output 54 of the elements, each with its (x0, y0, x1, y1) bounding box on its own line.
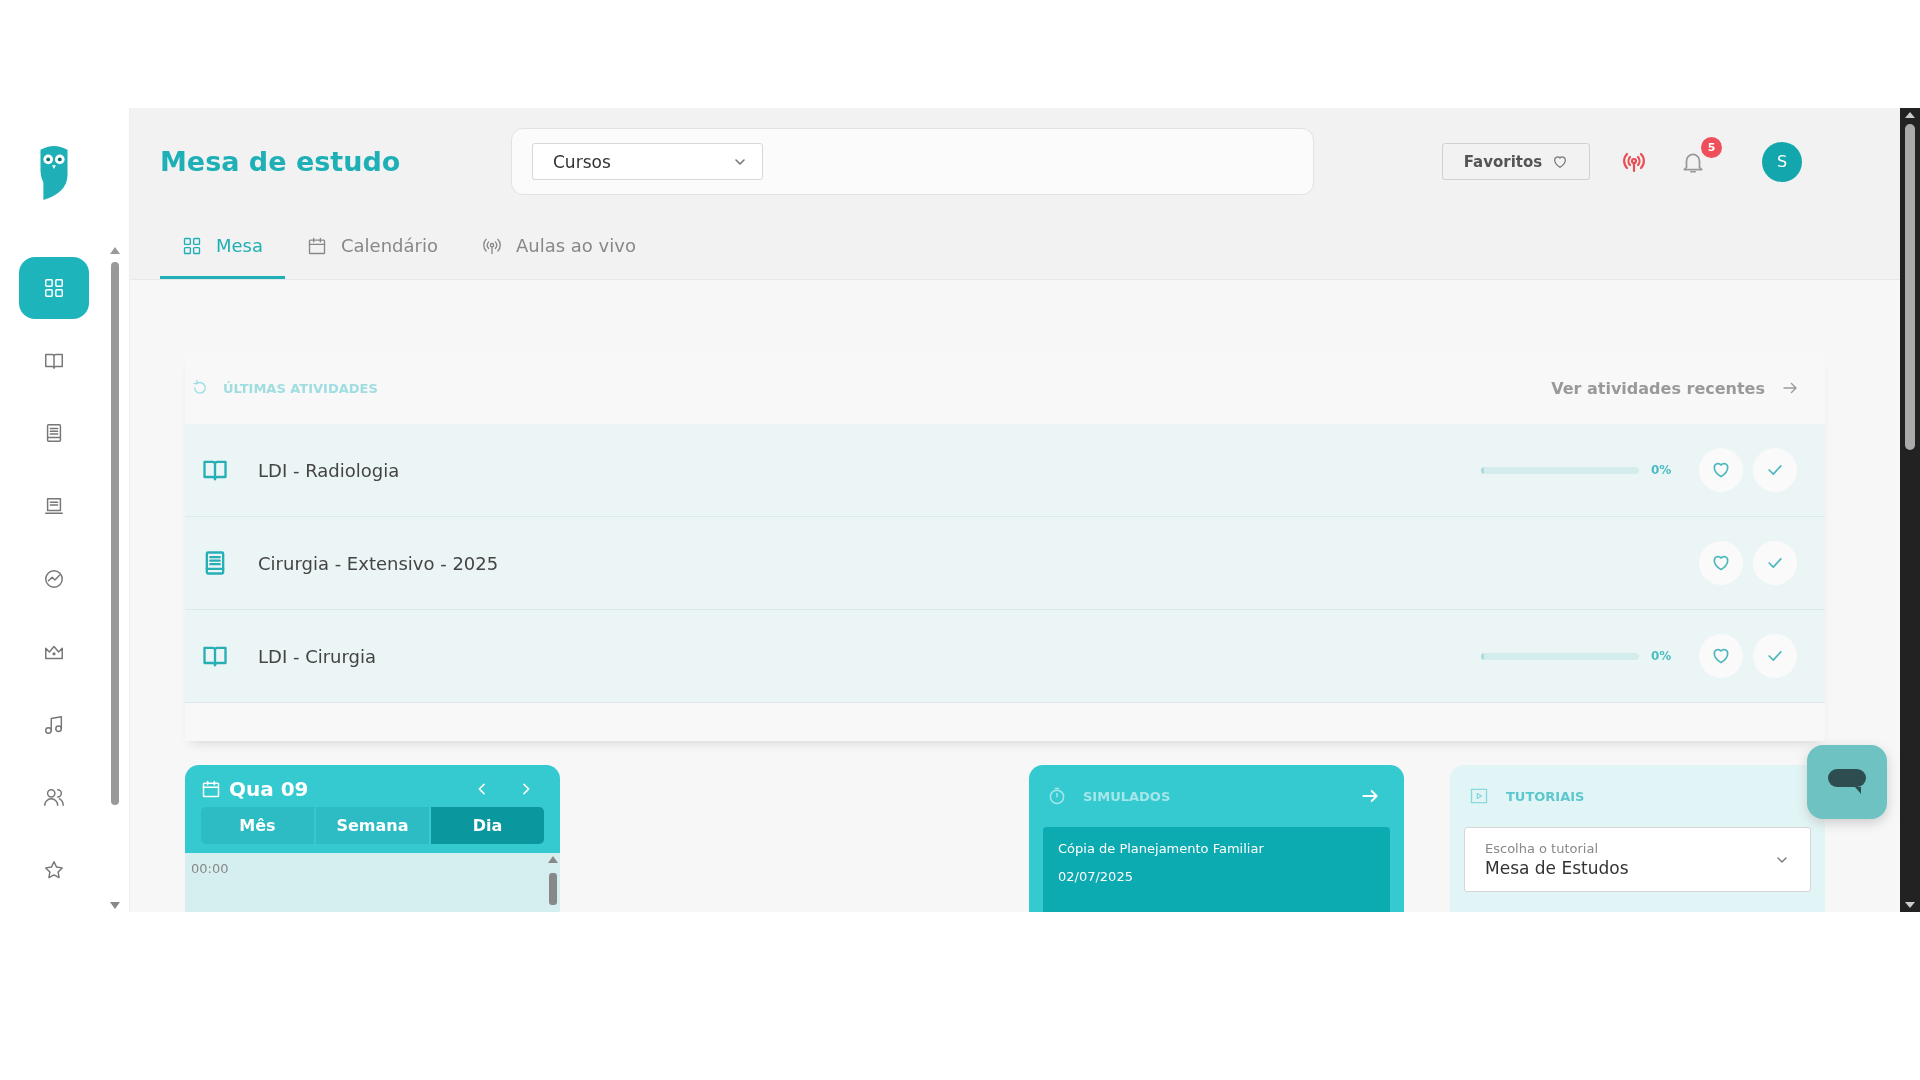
calendar-icon (201, 779, 221, 799)
activity-title: LDI - Radiologia (258, 459, 401, 481)
heart-icon (1711, 460, 1731, 480)
tab[interactable]: Calendário (285, 215, 460, 279)
favorite-button[interactable] (1699, 634, 1743, 678)
calendar-date: Qua 09 (229, 777, 310, 801)
sidebar-item[interactable] (19, 257, 89, 319)
course-dropdown[interactable]: Cursos (532, 143, 763, 181)
view-tab[interactable]: Dia (431, 807, 544, 844)
chat-button[interactable] (1807, 745, 1887, 819)
dropdown-value: Mesa de Estudos (1485, 858, 1629, 878)
dashboard-icon (43, 276, 65, 299)
progress-percent: 0% (1650, 649, 1673, 663)
complete-button[interactable] (1753, 448, 1797, 492)
time-label: 00:00 (191, 861, 230, 876)
music-note-icon (43, 713, 65, 736)
section-title: ÚLTIMAS ATIVIDADES (223, 380, 378, 396)
heart-icon (1711, 553, 1731, 573)
tab[interactable]: Mesa (160, 215, 285, 279)
chart-circle-icon (43, 568, 65, 590)
exam-item[interactable]: Cópia de Planejamento Familiar 02/07/2025 (1043, 827, 1390, 912)
complete-button[interactable] (1753, 541, 1797, 585)
activity-row[interactable]: Cirurgia - Extensivo - 2025 (185, 517, 1825, 610)
card-title: TUTORIAIS (1506, 788, 1586, 804)
heart-icon (1552, 153, 1569, 170)
favorite-button[interactable] (1699, 448, 1743, 492)
activity-row[interactable]: LDI - Cirurgia 0% (185, 610, 1825, 703)
recent-activities-link[interactable]: Ver atividades recentes (1551, 378, 1799, 398)
refresh-icon (191, 379, 209, 397)
user-avatar[interactable]: S (1762, 141, 1802, 182)
dropdown-label: Escolha o tutorial (1485, 841, 1600, 856)
favorites-button[interactable]: Favoritos (1442, 143, 1590, 181)
activity-row[interactable]: LDI - Radiologia 0% (185, 424, 1825, 517)
activity-title: Cirurgia - Extensivo - 2025 (258, 552, 500, 574)
activity-title: LDI - Cirurgia (258, 645, 378, 667)
favorite-button[interactable] (1699, 541, 1743, 585)
exam-name: Cópia de Planejamento Familiar (1058, 841, 1265, 856)
video-play-icon (1468, 786, 1490, 806)
heart-icon (1711, 646, 1731, 666)
progress-percent: 0% (1650, 463, 1673, 477)
notification-badge: 5 (1701, 136, 1722, 158)
stopwatch-icon (1047, 786, 1067, 806)
tab[interactable]: Aulas ao vivo (459, 215, 658, 279)
page-title: Mesa de estudo (160, 146, 402, 178)
view-tab[interactable]: Semana (316, 807, 429, 844)
dashboard-icon (182, 235, 202, 256)
card-title: SIMULADOS (1083, 788, 1172, 804)
complete-button[interactable] (1753, 634, 1797, 678)
people-icon (43, 786, 65, 809)
calendar-icon (307, 235, 327, 256)
view-tab[interactable]: Mês (201, 807, 314, 844)
owl-logo[interactable] (37, 144, 71, 200)
tutorial-dropdown[interactable]: Escolha o tutorial Mesa de Estudos (1464, 827, 1811, 892)
exam-date: 02/07/2025 (1058, 869, 1134, 884)
